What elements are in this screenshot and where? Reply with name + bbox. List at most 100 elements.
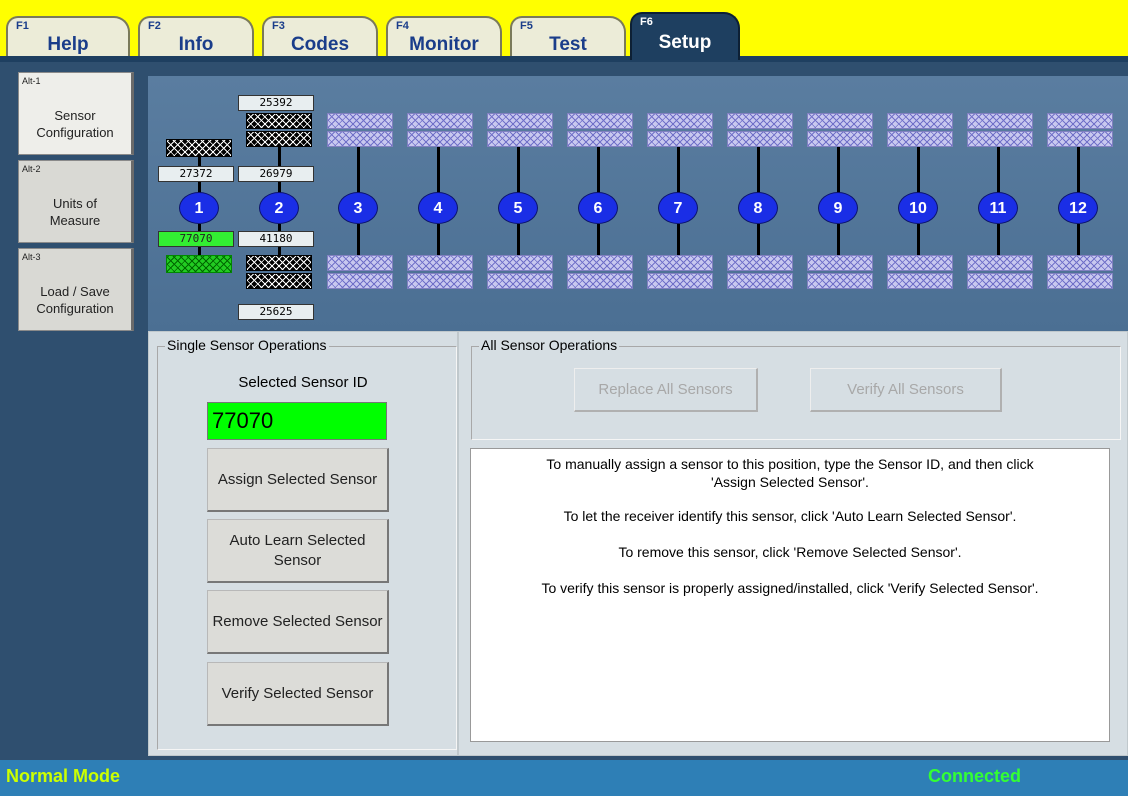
sensor-10-upper[interactable] xyxy=(887,113,953,147)
connector-line xyxy=(437,224,440,256)
selected-sensor-id-input[interactable] xyxy=(207,402,387,440)
sensor-graphic xyxy=(407,131,473,147)
sensor-graphic xyxy=(727,113,793,129)
position-5[interactable]: 5 xyxy=(498,192,538,224)
connector-line xyxy=(1077,224,1080,256)
sensor-5-lower[interactable] xyxy=(487,255,553,289)
replace-all-sensors-button[interactable]: Replace All Sensors xyxy=(574,368,758,412)
sensor-graphic xyxy=(807,113,873,129)
position-10[interactable]: 10 xyxy=(898,192,938,224)
connector-line xyxy=(1077,147,1080,193)
connector-line xyxy=(837,224,840,256)
group-title: Single Sensor Operations xyxy=(165,337,329,353)
position-4[interactable]: 4 xyxy=(418,192,458,224)
instruction-line: To remove this sensor, click 'Remove Sel… xyxy=(618,544,962,560)
sensor-9-lower[interactable] xyxy=(807,255,873,289)
instruction-line: 'Assign Selected Sensor'. xyxy=(711,474,869,490)
sensor-10-lower[interactable] xyxy=(887,255,953,289)
tab-codes[interactable]: F3 Codes xyxy=(262,16,378,58)
sidebar-item-load-save-configuration[interactable]: Alt-3 Load / Save Configuration xyxy=(18,248,134,331)
sensor-graphic xyxy=(807,273,873,289)
sensor-12-lower[interactable] xyxy=(1047,255,1113,289)
sidebar-item-label: Sensor Configuration xyxy=(36,108,114,140)
sensor-8-upper[interactable] xyxy=(727,113,793,147)
sensor-graphic xyxy=(967,113,1033,129)
position-12[interactable]: 12 xyxy=(1058,192,1098,224)
sidebar-item-label: Load / Save Configuration xyxy=(36,284,114,316)
tab-monitor[interactable]: F4 Monitor xyxy=(386,16,502,58)
sensor-11-upper[interactable] xyxy=(967,113,1033,147)
sensor-graphic-selected xyxy=(166,255,232,273)
sensor-12-upper[interactable] xyxy=(1047,113,1113,147)
position-1[interactable]: 1 xyxy=(179,192,219,224)
sensor-2-upper[interactable] xyxy=(246,113,312,147)
sensor-graphic xyxy=(407,113,473,129)
position-11[interactable]: 11 xyxy=(978,192,1018,224)
sensor-6-upper[interactable] xyxy=(567,113,633,147)
mode-status: Normal Mode xyxy=(6,766,121,786)
position-6[interactable]: 6 xyxy=(578,192,618,224)
sensor-graphic xyxy=(407,273,473,289)
sensor-graphic xyxy=(1047,273,1113,289)
sensor-2-lower[interactable] xyxy=(246,255,312,289)
sensor-graphic xyxy=(887,255,953,271)
sensor-4-lower[interactable] xyxy=(407,255,473,289)
assign-selected-sensor-button[interactable]: Assign Selected Sensor xyxy=(207,448,389,512)
tab-label: Setup xyxy=(658,32,712,53)
tab-setup[interactable]: F6 Setup xyxy=(630,12,740,60)
sensor-graphic xyxy=(327,113,393,129)
position-3[interactable]: 3 xyxy=(338,192,378,224)
remove-selected-sensor-button[interactable]: Remove Selected Sensor xyxy=(207,590,389,654)
sensor-4-upper[interactable] xyxy=(407,113,473,147)
sensor-graphic xyxy=(567,113,633,129)
connection-status: Connected xyxy=(928,766,1022,786)
sensor-11-lower[interactable] xyxy=(967,255,1033,289)
sensor-graphic xyxy=(967,131,1033,147)
connector-line xyxy=(198,247,201,255)
connector-line xyxy=(997,147,1000,193)
tab-bar: F1 Help F2 Info F3 Codes F4 Monitor F5 T… xyxy=(0,0,1128,62)
position-7[interactable]: 7 xyxy=(658,192,698,224)
sensor-1-upper[interactable] xyxy=(166,139,232,157)
sensor-3-upper[interactable] xyxy=(327,113,393,147)
sensor-graphic xyxy=(246,131,312,147)
sensor-6-lower[interactable] xyxy=(567,255,633,289)
verify-all-sensors-button[interactable]: Verify All Sensors xyxy=(810,368,1002,412)
position-9[interactable]: 9 xyxy=(818,192,858,224)
tab-help[interactable]: F1 Help xyxy=(6,16,130,58)
sidebar-item-units-of-measure[interactable]: Alt-2 Units of Measure xyxy=(18,160,134,243)
instruction-line: To manually assign a sensor to this posi… xyxy=(546,456,1034,472)
sensor-graphic xyxy=(246,273,312,289)
sensor-id-label-selected: 77070 xyxy=(158,231,234,247)
sidebar-item-hotkey: Alt-1 xyxy=(22,76,41,86)
connector-line xyxy=(757,224,760,256)
sensor-graphic xyxy=(1047,255,1113,271)
sidebar-item-sensor-configuration[interactable]: Alt-1 Sensor Configuration xyxy=(18,72,134,155)
sensor-graphic xyxy=(807,131,873,147)
connector-line xyxy=(357,147,360,193)
sensor-id-label: 26979 xyxy=(238,166,314,182)
sensor-7-upper[interactable] xyxy=(647,113,713,147)
sensor-7-lower[interactable] xyxy=(647,255,713,289)
sensor-graphic xyxy=(487,255,553,271)
tab-info[interactable]: F2 Info xyxy=(138,16,254,58)
sensor-9-upper[interactable] xyxy=(807,113,873,147)
connector-line xyxy=(837,147,840,193)
sensor-3-lower[interactable] xyxy=(327,255,393,289)
position-8[interactable]: 8 xyxy=(738,192,778,224)
sensor-id-label: 25625 xyxy=(238,304,314,320)
sensor-8-lower[interactable] xyxy=(727,255,793,289)
verify-selected-sensor-button[interactable]: Verify Selected Sensor xyxy=(207,662,389,726)
sensor-5-upper[interactable] xyxy=(487,113,553,147)
connector-line xyxy=(597,147,600,193)
tab-key: F5 xyxy=(520,20,533,32)
tab-test[interactable]: F5 Test xyxy=(510,16,626,58)
connector-line xyxy=(517,147,520,193)
auto-learn-selected-sensor-button[interactable]: Auto Learn Selected Sensor xyxy=(207,519,389,583)
sidebar: Alt-1 Sensor Configuration Alt-2 Units o… xyxy=(0,62,146,760)
sensor-graphic xyxy=(567,131,633,147)
position-2[interactable]: 2 xyxy=(259,192,299,224)
sensor-id-label: 27372 xyxy=(158,166,234,182)
sensor-1-lower[interactable] xyxy=(166,255,232,273)
tab-label: Info xyxy=(178,34,214,55)
